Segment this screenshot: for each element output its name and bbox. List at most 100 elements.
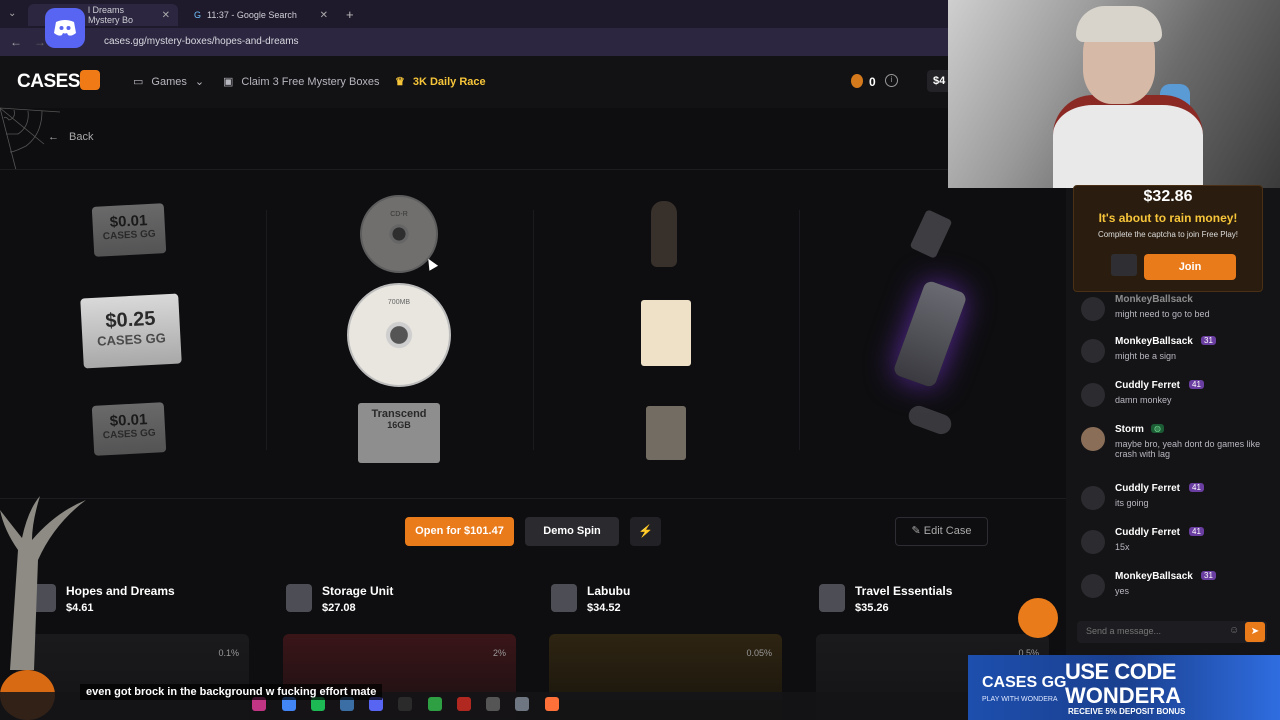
join-rain-button[interactable]: Join [1144,254,1236,280]
halloween-tree-decoration [0,496,86,670]
logo-badge-icon [80,70,100,90]
box-thumbnail [819,584,845,612]
card-brand: CASES GG [102,427,156,442]
edit-case-label: Edit Case [923,525,972,537]
settings-icon[interactable] [515,697,529,711]
reel-divider [533,210,534,450]
blind-box-toy [641,300,691,366]
url-text[interactable]: cases.gg/mystery-boxes/hopes-and-dreams [104,36,299,47]
contained-box[interactable]: Travel Essentials $35.26 [819,584,952,614]
chat-username[interactable]: MonkeyBallsack [1115,294,1193,305]
avatar [1081,427,1105,451]
avatar [1081,383,1105,407]
chat-username[interactable]: Storm [1115,424,1144,435]
divider [0,498,1066,499]
chevron-down-icon: ⌄ [194,76,205,88]
promo-logo: CASES GG [982,674,1067,691]
reel-item-card: $0.01 CASES GG [91,402,167,456]
level-badge: 41 [1189,527,1204,536]
avatar [1081,574,1105,598]
card-brand: CASES GG [102,228,156,243]
chat-text: might need to go to bed [1115,309,1210,319]
captcha-icon[interactable] [1111,254,1137,276]
sd-brand: Transcend [371,408,427,420]
back-link[interactable]: ← Back [48,131,93,143]
box-price: $35.26 [855,602,889,614]
box-thumbnail [551,584,577,612]
chat-text: maybe bro, yeah dont do games like crash… [1115,439,1261,459]
stream-subtitle: even got brock in the background w fucki… [80,684,383,700]
avatar [1081,339,1105,363]
tab-title: 11:37 - Google Search [207,10,297,20]
chat-username[interactable]: MonkeyBallsack [1115,336,1193,347]
contained-box[interactable]: Labubu $34.52 [551,584,630,614]
app-icon[interactable] [486,697,500,711]
box-price: $27.08 [322,602,356,614]
streamer-shirt [1053,95,1203,188]
back-arrow-icon[interactable]: ← [10,35,22,49]
app-icon[interactable] [428,697,442,711]
chat-username[interactable]: Cuddly Ferret [1115,380,1180,391]
app-icon[interactable] [398,697,412,711]
box-name: Storage Unit [322,584,394,598]
nav-daily-race[interactable]: ♛ 3K Daily Race [395,75,486,89]
reel-item-card: $0.01 CASES GG [91,203,167,257]
tab-title: l Dreams Mystery Bo [88,5,134,25]
app-icon[interactable] [457,697,471,711]
contained-box[interactable]: Storage Unit $27.08 [286,584,393,614]
tab-menu-chevron-icon[interactable]: ⌄ [8,8,16,19]
level-badge: 31 [1201,336,1216,345]
level-badge: 41 [1189,380,1204,389]
open-case-button[interactable]: Open for $101.47 [405,517,514,546]
reel-divider [799,210,800,450]
reel-item-card-selected: $0.25 CASES GG [80,293,182,369]
drop-chance: 0.05% [746,648,772,658]
promo-code: WONDERA [1065,683,1182,708]
site-logo[interactable]: CASES [17,71,80,93]
chat-username[interactable]: Cuddly Ferret [1115,483,1180,494]
rain-headline: It's about to rain money! [1098,211,1238,225]
info-icon[interactable]: i [885,74,898,87]
arrow-left-icon: ← [48,131,59,143]
google-icon: G [194,10,202,20]
box-thumbnail [286,584,312,612]
chat-text: yes [1115,586,1130,596]
close-icon[interactable]: ✕ [162,10,170,21]
chat-message-input[interactable] [1086,626,1226,636]
demo-spin-button[interactable]: Demo Spin [525,517,619,546]
firefox-icon[interactable] [545,697,559,711]
divider [0,169,1066,170]
chat-message: Cuddly Ferret 41 15x [1081,527,1271,567]
new-tab-icon[interactable]: + [346,7,354,22]
nav-claim-label: Claim 3 Free Mystery Boxes [241,75,380,88]
rain-subtext: Complete the captcha to join Free Play! [1097,230,1239,239]
disc-label: CD-R [390,211,408,218]
sd-card: Transcend 16GB [358,403,440,463]
chat-username[interactable]: Cuddly Ferret [1115,527,1180,538]
drop-chance: 0.1% [218,648,239,658]
gift-icon: ▣ [223,76,234,88]
nav-games[interactable]: ▭ Games ⌄ [133,75,205,89]
labubu-figure [651,201,677,267]
shield-icon: ◍ [1151,424,1164,433]
tab-google-search[interactable]: G 11:37 - Google Search ✕ [186,4,336,26]
nav-claim-boxes[interactable]: ▣ Claim 3 Free Mystery Boxes [223,75,380,89]
blind-box-toy [646,406,686,460]
address-bar: ← → cases.gg/mystery-boxes/hopes-and-dre… [0,28,948,56]
disc-capacity: 700MB [387,299,411,306]
close-icon[interactable]: ✕ [320,10,328,21]
emoji-icon[interactable]: ☺ [1229,625,1239,636]
fast-spin-icon[interactable]: ⚡ [630,517,661,546]
edit-case-button[interactable]: ✎ Edit Case [895,517,988,546]
chat-text: damn monkey [1115,395,1172,405]
chat-message: MonkeyBallsack 31 yes [1081,571,1271,611]
level-badge: 31 [1201,571,1216,580]
avatar [1081,530,1105,554]
nav-race-label: 3K Daily Race [412,75,486,88]
coin-count: 0 [869,75,876,89]
chat-bubble-icon[interactable] [1018,598,1058,638]
chat-username[interactable]: MonkeyBallsack [1115,571,1193,582]
reel-divider [266,210,267,450]
send-icon[interactable]: ➤ [1245,622,1265,642]
chat-text: its going [1115,498,1149,508]
